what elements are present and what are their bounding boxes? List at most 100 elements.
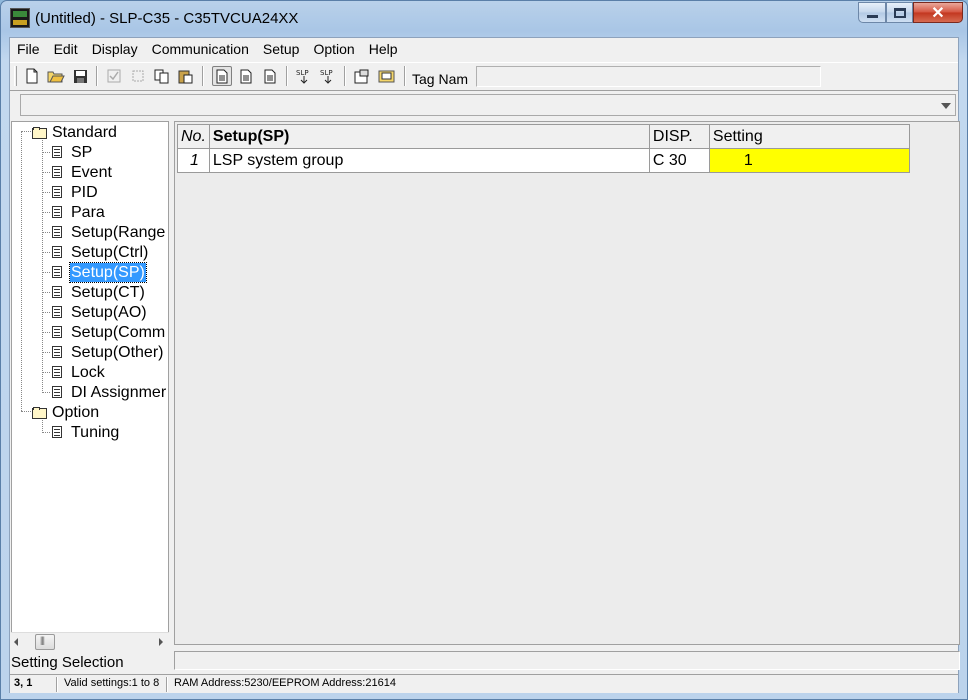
header-disp: DISP. <box>648 124 710 149</box>
open-icon[interactable] <box>46 66 66 86</box>
menu-display[interactable]: Display <box>85 38 145 60</box>
tree-item-label: Setup(CT) <box>71 283 145 301</box>
tree-item-di-assignment[interactable]: DI Assignmer <box>42 382 167 402</box>
status-valid-settings: Valid settings:1 to 8 <box>64 677 160 689</box>
row-name: LSP system group <box>208 148 650 173</box>
tree-group-label: Standard <box>52 123 117 141</box>
scroll-right-icon[interactable] <box>159 638 163 646</box>
tree-connector <box>42 331 50 333</box>
tree-group-label: Option <box>52 403 100 421</box>
toolbar-separator <box>404 66 406 86</box>
minimize-icon <box>866 15 878 18</box>
view2-icon[interactable] <box>236 66 256 86</box>
tree-connector <box>42 291 50 293</box>
menu-setup[interactable]: Setup <box>256 38 307 60</box>
tree-connector <box>21 131 22 411</box>
toolbar-separator <box>344 66 346 86</box>
document-icon <box>52 206 62 218</box>
properties-icon[interactable] <box>352 66 372 86</box>
folder-open-icon <box>32 126 47 139</box>
tree-horizontal-scrollbar[interactable] <box>11 632 169 651</box>
check-icon[interactable] <box>104 66 124 86</box>
header-no: No. <box>177 124 210 149</box>
menu-file[interactable]: File <box>10 38 47 60</box>
svg-text:SLP: SLP <box>320 69 333 77</box>
tree-item-label: Setup(Ctrl) <box>71 243 149 261</box>
row-no: 1 <box>177 148 210 173</box>
tree-item-setup-ao[interactable]: Setup(AO) <box>42 302 148 322</box>
document-icon <box>52 226 62 238</box>
tree-item-tuning[interactable]: Tuning <box>42 422 120 442</box>
document-icon <box>52 246 62 258</box>
table-row[interactable]: 1 LSP system group C 30 1 <box>177 148 910 173</box>
row-setting-cell[interactable]: 1 <box>708 148 910 173</box>
scroll-left-icon[interactable] <box>14 638 18 646</box>
tree-item-setup-other[interactable]: Setup(Other) <box>42 342 164 362</box>
tree-item-label: Setup(Range <box>71 223 166 241</box>
tree-item-pid[interactable]: PID <box>42 182 99 202</box>
tree-item-setup-ct[interactable]: Setup(CT) <box>42 282 146 302</box>
toolbar: SLP SLP Tag Nam <box>10 62 958 88</box>
menu-help[interactable]: Help <box>362 38 405 60</box>
document-icon <box>52 346 62 358</box>
window-controls: ✕ <box>858 2 963 23</box>
scroll-thumb[interactable] <box>35 634 55 650</box>
maximize-button[interactable] <box>886 2 913 23</box>
tree-item-label-selected: Setup(SP) <box>69 261 147 283</box>
tree-connector <box>42 351 50 353</box>
new-icon[interactable] <box>22 66 42 86</box>
copy-icon[interactable] <box>152 66 172 86</box>
tree-item-label: Setup(Comm <box>71 323 166 341</box>
view1-icon[interactable] <box>212 66 232 86</box>
header-setting: Setting <box>708 124 910 149</box>
menu-communication[interactable]: Communication <box>145 38 256 60</box>
view3-icon[interactable] <box>260 66 280 86</box>
header-name: Setup(SP) <box>208 124 650 149</box>
monitor-icon[interactable] <box>376 66 396 86</box>
menu-bar: File Edit Display Communication Setup Op… <box>10 38 958 60</box>
app-icon[interactable] <box>10 8 30 28</box>
table-header-row: No. Setup(SP) DISP. Setting <box>177 124 910 149</box>
menu-edit[interactable]: Edit <box>47 38 85 60</box>
tag-name-input[interactable] <box>476 66 821 87</box>
document-icon <box>52 326 62 338</box>
toolbar-separator <box>286 66 288 86</box>
minimize-button[interactable] <box>858 2 886 23</box>
tree-connector <box>42 391 50 393</box>
paste-icon[interactable] <box>176 66 196 86</box>
document-icon <box>52 186 62 198</box>
chevron-down-icon[interactable] <box>941 103 951 109</box>
slp-upload-icon[interactable]: SLP <box>294 66 314 86</box>
save-icon[interactable] <box>70 66 90 86</box>
close-button[interactable]: ✕ <box>913 2 963 23</box>
status-address: RAM Address:5230/EEPROM Address:21614 <box>174 677 396 689</box>
setting-selection-label: Setting Selection <box>11 654 124 671</box>
tree-item-setup-sp[interactable]: Setup(SP) <box>42 261 147 283</box>
tree-connector <box>42 151 50 153</box>
application-window: (Untitled) - SLP-C35 - C35TVCUA24XX ✕ Fi… <box>0 0 968 700</box>
menu-option[interactable]: Option <box>306 38 361 60</box>
slp-download-icon[interactable]: SLP <box>318 66 338 86</box>
tree-connector <box>42 231 50 233</box>
title-bar[interactable]: (Untitled) - SLP-C35 - C35TVCUA24XX ✕ <box>1 1 967 35</box>
tree-connector <box>42 171 50 173</box>
tree-view[interactable]: Standard SP Event PID Para Setup(Range S… <box>11 121 169 651</box>
settings-table: No. Setup(SP) DISP. Setting 1 LSP system… <box>177 124 910 173</box>
close-icon: ✕ <box>931 4 945 22</box>
cut-icon[interactable] <box>128 66 148 86</box>
tree-connector <box>42 211 50 213</box>
tree-group-standard[interactable]: Standard <box>32 122 118 142</box>
toolbar-grip[interactable] <box>14 66 17 86</box>
tree-item-setup-comm[interactable]: Setup(Comm <box>42 322 166 342</box>
folder-open-icon <box>32 406 47 419</box>
tree-item-para[interactable]: Para <box>42 202 106 222</box>
tree-item-sp[interactable]: SP <box>42 142 93 162</box>
tree-item-event[interactable]: Event <box>42 162 113 182</box>
tree-item-setup-ctrl[interactable]: Setup(Ctrl) <box>42 242 149 262</box>
tree-item-lock[interactable]: Lock <box>42 362 106 382</box>
tree-item-label: Setup(AO) <box>71 303 147 321</box>
tree-item-label: PID <box>71 183 98 201</box>
tree-item-setup-range[interactable]: Setup(Range <box>42 222 166 242</box>
setting-combo-box[interactable] <box>20 94 956 116</box>
tree-group-option[interactable]: Option <box>32 402 100 422</box>
